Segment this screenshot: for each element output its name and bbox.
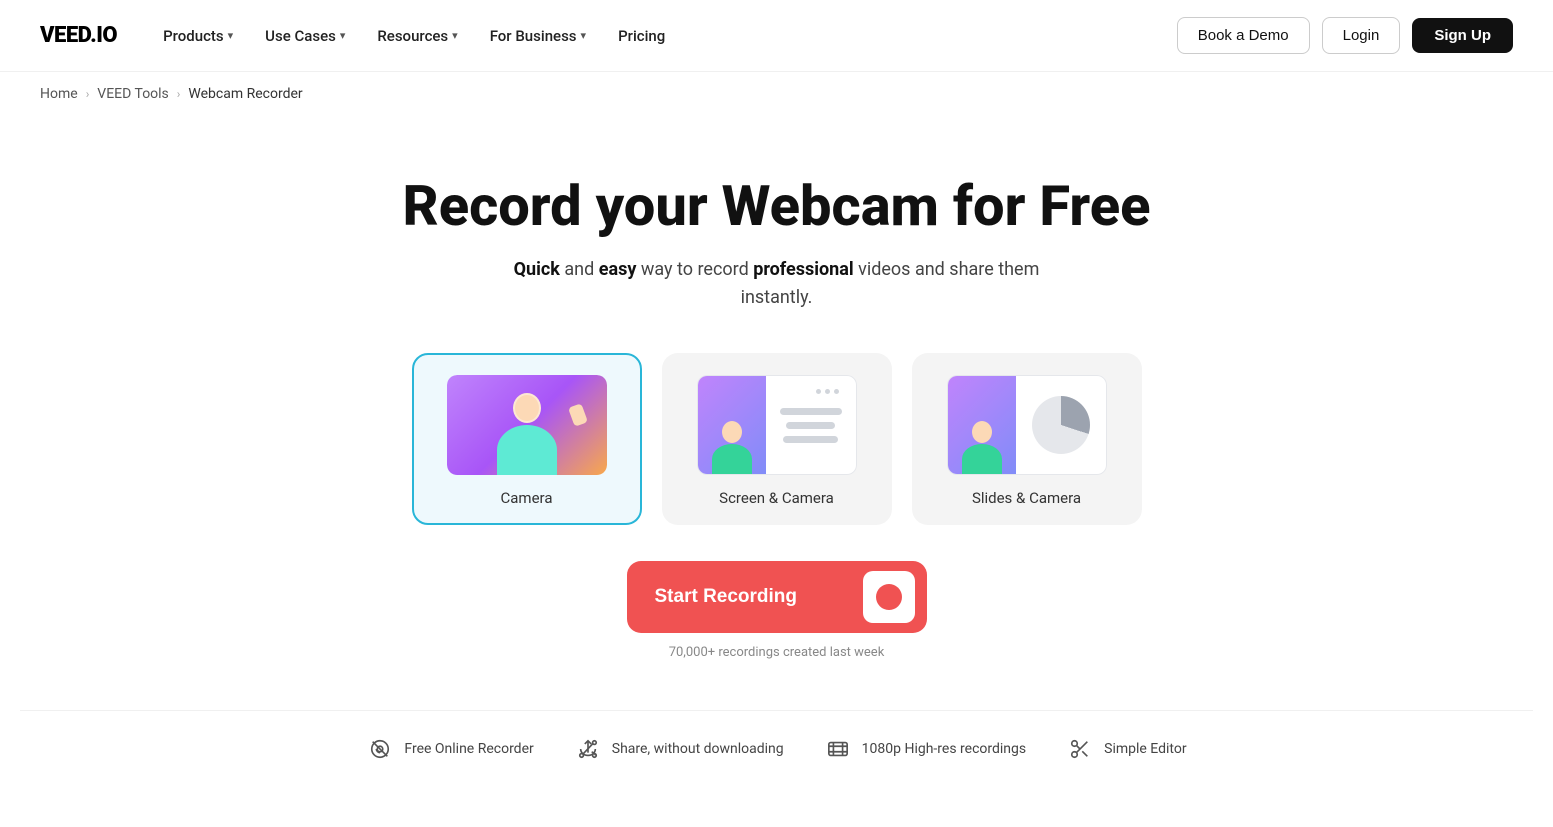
chevron-down-icon: ▾: [340, 29, 346, 42]
hero-subtitle-easy: easy: [599, 259, 637, 280]
feature-hd-label: 1080p High-res recordings: [862, 741, 1026, 757]
feature-editor-label: Simple Editor: [1104, 741, 1186, 757]
screen-camera-label: Screen & Camera: [719, 489, 834, 507]
feature-editor: Simple Editor: [1066, 735, 1186, 763]
breadcrumb: Home › VEED Tools › Webcam Recorder: [0, 72, 1553, 116]
record-dot: [876, 584, 902, 610]
hero-section: Record your Webcam for Free Quick and ea…: [0, 116, 1553, 827]
mode-card-screen-camera[interactable]: Screen & Camera: [662, 353, 892, 525]
start-recording-label: Start Recording: [655, 586, 798, 608]
slides-camera-label: Slides & Camera: [972, 489, 1081, 507]
nav-item-usecases[interactable]: Use Cases ▾: [251, 19, 359, 53]
nav-item-products[interactable]: Products ▾: [149, 19, 247, 53]
mode-card-camera[interactable]: Camera: [412, 353, 642, 525]
hero-subtitle: Quick and easy way to record professiona…: [497, 256, 1057, 314]
chevron-down-icon: ▾: [228, 29, 234, 42]
breadcrumb-tools[interactable]: VEED Tools: [97, 86, 169, 102]
signup-button[interactable]: Sign Up: [1412, 18, 1513, 53]
recordings-count: 70,000+ recordings created last week: [669, 645, 885, 660]
hero-subtitle-professional: professional: [753, 259, 853, 280]
navigation: VEED.IO Products ▾ Use Cases ▾ Resources…: [0, 0, 1553, 72]
nav-item-pricing[interactable]: Pricing: [604, 19, 679, 53]
nav-right: Book a Demo Login Sign Up: [1177, 17, 1513, 54]
record-icon: [863, 571, 915, 623]
nav-item-forbusiness[interactable]: For Business ▾: [476, 19, 600, 53]
book-demo-button[interactable]: Book a Demo: [1177, 17, 1310, 54]
feature-hd: 1080p High-res recordings: [824, 735, 1026, 763]
share-icon: [574, 735, 602, 763]
feature-share-label: Share, without downloading: [612, 741, 784, 757]
no-camera-icon: [366, 735, 394, 763]
screen-camera-thumbnail: [697, 375, 857, 475]
slides-camera-thumbnail: [947, 375, 1107, 475]
features-row: Free Online Recorder Share, without down…: [20, 710, 1533, 787]
film-icon: [824, 735, 852, 763]
chevron-down-icon: ▾: [581, 29, 587, 42]
camera-label: Camera: [501, 489, 553, 507]
nav-left: VEED.IO Products ▾ Use Cases ▾ Resources…: [40, 19, 679, 53]
chevron-down-icon: ▾: [452, 29, 458, 42]
feature-share: Share, without downloading: [574, 735, 784, 763]
hero-subtitle-quick: Quick: [514, 259, 560, 280]
camera-thumbnail: [447, 375, 607, 475]
breadcrumb-home[interactable]: Home: [40, 86, 78, 102]
mode-card-slides-camera[interactable]: Slides & Camera: [912, 353, 1142, 525]
mode-cards: Camera: [412, 353, 1142, 525]
breadcrumb-separator: ›: [86, 87, 90, 101]
start-recording-button[interactable]: Start Recording: [627, 561, 927, 633]
breadcrumb-separator: ›: [177, 87, 181, 101]
login-button[interactable]: Login: [1322, 17, 1401, 54]
feature-free-recorder: Free Online Recorder: [366, 735, 533, 763]
hero-title: Record your Webcam for Free: [403, 176, 1151, 238]
scissors-icon: [1066, 735, 1094, 763]
feature-free-label: Free Online Recorder: [404, 741, 533, 757]
breadcrumb-current: Webcam Recorder: [188, 86, 302, 102]
logo[interactable]: VEED.IO: [40, 23, 117, 48]
nav-item-resources[interactable]: Resources ▾: [363, 19, 471, 53]
